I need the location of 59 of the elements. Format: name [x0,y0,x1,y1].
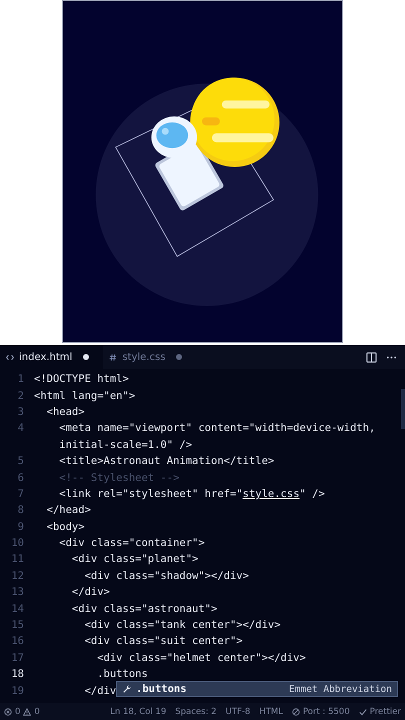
code-line: <div class="helmet center"></div> [96,652,306,664]
status-item[interactable]: Ln 18, Col 19 [110,706,166,716]
line-number: 7 [16,488,25,500]
code-line: <div class="planet"> [70,553,198,566]
warning-icon [23,708,32,716]
status-item[interactable]: Prettier [370,706,401,716]
line-number: 9 [16,520,25,533]
code-line: </head> [46,504,91,516]
line-number: 14 [10,602,25,615]
code-line: .buttons [96,668,148,680]
line-number: 13 [10,586,25,598]
error-icon [4,708,12,716]
line-number: 15 [10,619,25,632]
code-line: <title>Astronaut Animation</title> [58,455,274,468]
code-line: <div class="shadow"></div> [84,570,249,582]
code-line: <body> [46,520,85,533]
code-line: </div> [70,586,110,598]
port-icon [292,708,300,716]
editor-tab[interactable]: index.html [0,345,104,369]
status-item[interactable]: HTML [259,706,283,716]
hash-icon [109,354,118,360]
error-count[interactable]: 0 [15,706,20,716]
editor-tab[interactable]: style.css [103,345,196,369]
line-number: 5 [16,455,25,468]
code-line: <link rel="stylesheet" href="style.css" /> [58,488,325,500]
line-number: 11 [10,553,25,566]
check-icon [358,708,367,716]
line-number: 19 [10,684,25,697]
line-number: 17 [10,652,25,664]
line-number: 10 [10,537,25,550]
scrollbar-thumb[interactable] [401,389,405,429]
line-number: 4 [16,422,25,434]
status-item[interactable]: UTF-8 [226,706,250,716]
code-line: initial-scale=1.0" /> [58,438,192,451]
line-number: 18 [10,668,25,680]
status-item[interactable]: Spaces: 2 [175,706,217,716]
split-editor-icon[interactable] [366,352,377,362]
line-number: 16 [10,635,25,648]
line-number: 12 [10,570,25,582]
line-number: 8 [16,504,25,516]
code-line: <div class="tank center"></div> [84,619,281,632]
code-line: <div class="container"> [58,537,205,550]
wrench-icon [122,684,132,694]
line-number: 2 [16,390,25,402]
autocomplete-suggestion[interactable]: .buttons Emmet Abbreviation [116,681,398,697]
code-line: <div class="astronaut"> [70,602,218,615]
code-line: <head> [46,406,85,418]
code-line: <html lang="en"> [34,390,136,402]
line-number: 6 [16,472,25,484]
code-line: <div class="suit center"> [84,635,243,648]
code-line: <!DOCTYPE html> [34,373,129,386]
line-number: 3 [16,406,25,418]
code-line: <meta name="viewport" content="width=device-width, [58,422,376,434]
status-item[interactable]: Port : 5500 [302,706,350,716]
code-icon [6,354,14,360]
line-number: 1 [16,373,25,386]
code-line: </div [84,684,116,697]
warning-count[interactable]: 0 [34,706,40,716]
code-line: <!-- Stylesheet --> [58,472,180,484]
